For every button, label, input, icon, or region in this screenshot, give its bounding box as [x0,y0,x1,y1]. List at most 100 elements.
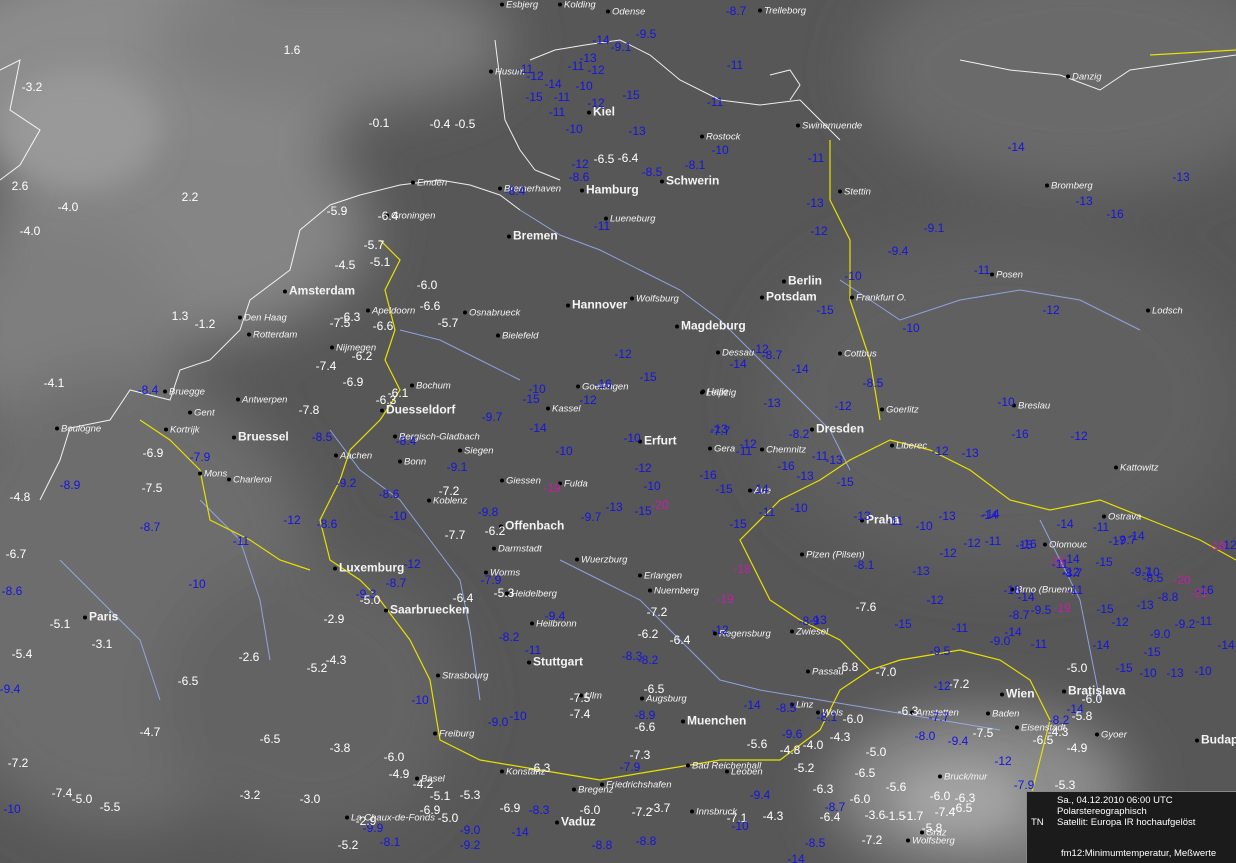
city-marker [236,397,240,402]
weather-map: Esbjerg Kolding Odense Trelleborg Danzig Husu… [0,0,1236,863]
city-marker [1102,514,1106,519]
city-name: Zwiesel [796,626,829,638]
city-label: Potsdam [760,289,817,304]
temperature-reading: -12 [283,513,301,527]
city-marker [498,186,502,191]
city-name: Potsdam [766,289,817,304]
temperature-reading: -7.5 [141,481,163,495]
temperature-reading: -14 [787,852,805,863]
city-name: Liberec [896,440,928,452]
city-name: Luxemburg [339,560,405,575]
temperature-reading: -5.3 [459,788,481,802]
temperature-reading: -4.7 [139,725,161,739]
temperature-reading: -12 [711,623,729,637]
city-marker [433,731,437,736]
temperature-reading: -7.9 [189,450,211,464]
temperature-reading: -6.8 [837,660,859,674]
city-label: Leipzig [700,388,736,399]
city-marker [938,774,942,779]
temperature-reading: -6.7 [5,547,27,561]
city-label: Freiburg [433,729,474,740]
temperature-reading: -7.5 [972,726,994,740]
temperature-reading: -15 [1015,538,1033,552]
city-name: Berlin [788,273,823,288]
city-name: Fulda [564,478,588,490]
temperature-reading: -8.2 [498,630,520,644]
temperature-reading: -18 [1208,539,1226,553]
city-marker [1146,308,1150,313]
city-label: Erfurt [638,435,677,447]
city-label: Frankfurt O. [850,293,907,304]
temperature-reading: -5.4 [11,647,33,661]
city-label: Hamburg [580,184,639,196]
temperature-reading: -13 [912,564,930,578]
city-name: Heidelberg [511,588,557,600]
temperature-reading: -8.1 [379,835,401,849]
city-name: Breslau [1018,400,1051,412]
city-name: Muenchen [687,713,747,728]
temperature-reading: -10 [623,431,641,445]
city-label: Gyoer [1095,730,1127,741]
temperature-reading: -9.4 [749,788,771,802]
temperature-reading: -6.6 [372,319,394,333]
temperature-reading: -11 [886,514,904,528]
city-label: Offenbach [499,520,564,532]
temperature-reading: -7.2 [861,833,883,847]
temperature-reading: -14 [1092,638,1110,652]
temperature-reading: -12 [634,461,652,475]
temperature-reading: -12 [931,444,949,458]
city-marker [164,427,168,432]
city-marker [838,189,842,194]
city-name: Bruessel [238,429,289,444]
temperature-reading: -9.8 [477,505,499,519]
temperature-reading: -6.3 [375,393,397,407]
city-label: Antwerpen [236,395,287,406]
temperature-reading: -14 [1007,140,1025,154]
city-name: Emden [417,177,448,189]
temperature-reading: -4.3 [325,653,347,667]
city-marker [238,315,242,320]
temperature-reading: -12 [1042,303,1060,317]
temperature-reading: -11 [524,643,542,657]
temperature-reading: -4.9 [388,767,410,781]
temperature-reading: -7.5 [329,316,351,330]
city-label: Siegen [458,446,494,457]
temperature-reading: -8.4 [395,434,417,448]
temperature-reading: -10 [3,802,21,816]
temperature-reading: -19 [716,592,734,606]
city-marker [1062,689,1066,694]
temperature-reading: -10 [997,395,1015,409]
temperature-reading: -8.7 [1061,566,1083,580]
temperature-reading: -5.2 [793,761,815,775]
temperature-reading: -7.9 [1013,778,1035,792]
city-marker [163,389,167,394]
city-marker [384,608,388,613]
temperature-reading: -9.1 [610,40,632,54]
city-name: Nuernberg [654,585,699,597]
temperature-reading: -4.3 [829,730,851,744]
temperature-reading: -0.1 [368,116,390,130]
city-label: Hannover [566,299,627,311]
temperature-reading: -14 [791,362,809,376]
city-name: Kolding [564,0,596,11]
temperature-reading: -12 [939,546,957,560]
temperature-reading: -9.5 [1030,603,1052,617]
city-marker [800,552,804,557]
temperature-reading: -6.2 [484,524,506,538]
temperature-reading: -8.8 [1157,590,1179,604]
city-marker [411,180,415,185]
city-marker [333,566,337,571]
city-label: Giessen [500,476,541,487]
city-marker [463,310,467,315]
city-label: Emden [411,178,447,189]
city-label: Berlin [782,273,823,288]
city-label: Erlangen [638,571,682,582]
temperature-reading: -12 [579,393,597,407]
temperature-reading: -8.6 [1,584,23,598]
temperature-reading: -6.5 [643,682,665,696]
city-marker [1095,732,1099,737]
city-label: Stuttgart [527,656,583,668]
temperature-reading: -14 [1056,517,1074,531]
city-marker [1045,183,1049,188]
temperature-reading: -13 [1136,598,1154,612]
